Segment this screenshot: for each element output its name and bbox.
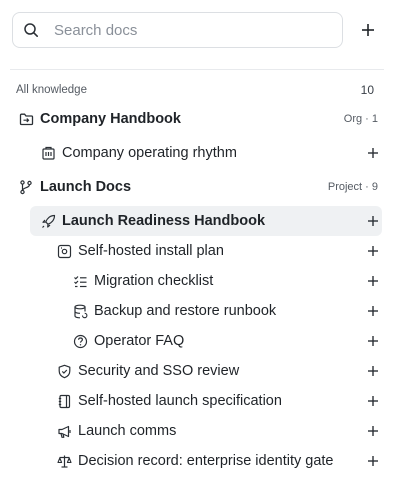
- add-child-button[interactable]: [363, 241, 383, 261]
- add-child-button[interactable]: [363, 361, 383, 381]
- tree-item-launch-docs[interactable]: Launch Docs Project · 9: [18, 172, 382, 202]
- tree-item-label: Self-hosted launch specification: [78, 393, 282, 409]
- tree-item-label: Migration checklist: [94, 273, 214, 289]
- tree-item-self-hosted-install-plan[interactable]: Self-hosted install plan: [56, 236, 382, 266]
- folder-icon: [18, 111, 34, 127]
- tree-item-company-handbook[interactable]: Company Handbook Org · 1: [18, 104, 382, 134]
- plus-icon: [368, 216, 378, 226]
- tree-item-launch-readiness-handbook[interactable]: Launch Readiness Handbook: [30, 206, 382, 236]
- tree-item-label: Launch Docs: [40, 179, 132, 195]
- plus-icon: [368, 276, 378, 286]
- add-child-button[interactable]: [363, 391, 383, 411]
- item-meta: Project · 9: [327, 181, 378, 193]
- building-icon: [40, 145, 56, 161]
- notebook-icon: [56, 393, 72, 409]
- tree-item-label: Decision record: enterprise identity gat…: [78, 453, 334, 469]
- plus-icon: [368, 456, 378, 466]
- tree-item-label: Operator FAQ: [94, 333, 185, 349]
- tree-item-label: Security and SSO review: [78, 363, 240, 379]
- megaphone-icon: [56, 423, 72, 439]
- add-child-button[interactable]: [363, 451, 383, 471]
- server-icon: [56, 243, 72, 259]
- add-doc-button[interactable]: [356, 18, 380, 42]
- add-child-button[interactable]: [363, 143, 383, 163]
- divider: [10, 69, 384, 70]
- tree-item-migration-checklist[interactable]: Migration checklist: [72, 266, 382, 296]
- plus-icon: [368, 396, 378, 406]
- plus-icon: [368, 306, 378, 316]
- add-child-button[interactable]: [363, 331, 383, 351]
- database-icon: [72, 303, 88, 319]
- branch-icon: [18, 179, 34, 195]
- tree-item-company-operating-rhythm[interactable]: Company operating rhythm: [40, 138, 382, 168]
- section-count: 10: [360, 83, 374, 97]
- plus-icon: [362, 24, 374, 36]
- checklist-icon: [72, 273, 88, 289]
- plus-icon: [368, 246, 378, 256]
- help-circle-icon: [72, 333, 88, 349]
- item-meta: Org · 1: [343, 113, 378, 125]
- add-child-button[interactable]: [363, 421, 383, 441]
- tree-item-label: Company Handbook: [40, 111, 181, 127]
- add-child-button[interactable]: [363, 301, 383, 321]
- tree-item-label: Launch comms: [78, 423, 177, 439]
- plus-icon: [368, 148, 378, 158]
- tree-item-backup-and-restore-runbook[interactable]: Backup and restore runbook: [72, 296, 382, 326]
- add-child-button[interactable]: [363, 211, 383, 231]
- plus-icon: [368, 426, 378, 436]
- scale-icon: [56, 453, 72, 469]
- section-title: All knowledge: [16, 84, 87, 96]
- section-header: All knowledge 10: [16, 82, 374, 98]
- tree-item-label: Backup and restore runbook: [94, 303, 277, 319]
- add-child-button[interactable]: [363, 271, 383, 291]
- search-input[interactable]: Search docs: [54, 22, 137, 39]
- tree-item-security-and-sso-review[interactable]: Security and SSO review: [56, 356, 382, 386]
- tree-item-decision-record[interactable]: Decision record: enterprise identity gat…: [56, 446, 382, 476]
- plus-icon: [368, 366, 378, 376]
- tree-item-launch-comms[interactable]: Launch comms: [56, 416, 382, 446]
- search-box[interactable]: Search docs: [12, 12, 343, 48]
- tree-item-self-hosted-launch-specification[interactable]: Self-hosted launch specification: [56, 386, 382, 416]
- search-icon: [22, 21, 40, 39]
- tree-item-label: Company operating rhythm: [62, 145, 237, 161]
- tree-item-label: Launch Readiness Handbook: [62, 213, 266, 229]
- rocket-icon: [40, 213, 56, 229]
- tree-item-operator-faq[interactable]: Operator FAQ: [72, 326, 382, 356]
- tree-item-label: Self-hosted install plan: [78, 243, 224, 259]
- shield-icon: [56, 363, 72, 379]
- plus-icon: [368, 336, 378, 346]
